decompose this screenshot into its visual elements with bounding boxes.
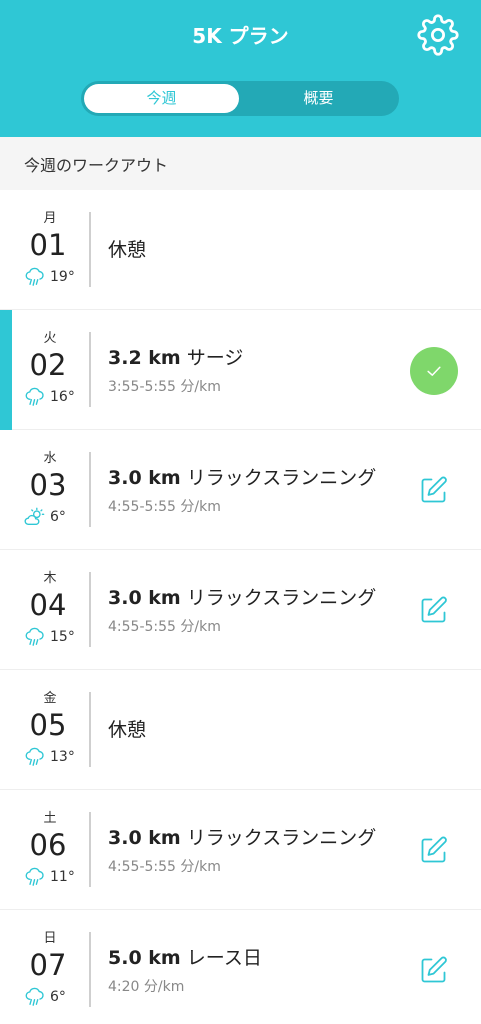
rain-icon [24, 627, 46, 647]
list-item[interactable]: 土 06 11° 3.0 km リラックスランニング 4:55-5:55 分/km [0, 790, 481, 910]
divider [89, 212, 91, 287]
tab-overview[interactable]: 概要 [241, 84, 396, 113]
day-number: 03 [29, 468, 67, 502]
temperature: 16° [50, 389, 75, 405]
workout-type: サージ [186, 347, 244, 369]
divider [89, 332, 91, 407]
temperature: 19° [50, 269, 75, 285]
weather: 13° [24, 747, 75, 767]
weather: 16° [24, 387, 75, 407]
temperature: 11° [50, 869, 75, 885]
temperature: 6° [50, 989, 66, 1005]
gear-icon[interactable] [417, 14, 459, 56]
temperature: 6° [50, 509, 66, 525]
workout-distance: 3.2 km [108, 347, 181, 369]
edit-icon[interactable] [419, 475, 449, 505]
segmented-control: 今週 概要 [81, 81, 399, 116]
workout-distance: 5.0 km [108, 947, 181, 969]
temperature: 15° [50, 629, 75, 645]
partly-cloudy-icon [24, 507, 46, 527]
day-number: 01 [29, 228, 67, 262]
day-of-week: 月 [43, 211, 57, 226]
workout-type: リラックスランニング [186, 587, 377, 609]
day-of-week: 木 [43, 571, 57, 586]
edit-icon[interactable] [419, 595, 449, 625]
rain-icon [24, 387, 46, 407]
weather: 6° [24, 987, 66, 1007]
workout-pace: 3:55-5:55 分/km [108, 379, 221, 395]
edit-icon[interactable] [419, 955, 449, 985]
completed-check-button[interactable] [410, 347, 458, 395]
list-item[interactable]: 日 07 6° 5.0 km レース日 4:20 分/km [0, 910, 481, 1024]
divider [89, 812, 91, 887]
divider [89, 692, 91, 767]
workout-title: 5.0 km レース日 [108, 943, 262, 970]
edit-icon[interactable] [419, 835, 449, 865]
workout-pace: 4:20 分/km [108, 979, 185, 995]
list-item[interactable]: 月 01 19° 休憩 [0, 190, 481, 310]
day-number: 07 [29, 948, 67, 982]
workout-type: レース日 [186, 947, 262, 969]
tab-this-week[interactable]: 今週 [84, 84, 239, 113]
workout-title: 休憩 [108, 239, 147, 261]
workout-pace: 4:55-5:55 分/km [108, 859, 221, 875]
day-number: 05 [29, 708, 67, 742]
list-item[interactable]: 水 03 6° 3.0 km リラックスランニング 4:55-5:55 分/km [0, 430, 481, 550]
check-icon [427, 366, 441, 376]
list-item[interactable]: 木 04 15° 3.0 km リラックスランニング 4:55-5:55 分/km [0, 550, 481, 670]
rain-icon [24, 267, 46, 287]
rain-icon [24, 747, 46, 767]
list-item[interactable]: 金 05 13° 休憩 [0, 670, 481, 790]
weather: 6° [24, 507, 66, 527]
workout-title: 3.0 km リラックスランニング [108, 463, 376, 490]
day-number: 02 [29, 348, 67, 382]
workout-title: 3.2 km サージ [108, 343, 243, 370]
day-number: 06 [29, 828, 67, 862]
rain-icon [24, 987, 46, 1007]
workout-type: リラックスランニング [186, 827, 377, 849]
workout-pace: 4:55-5:55 分/km [108, 619, 221, 635]
workout-pace: 4:55-5:55 分/km [108, 499, 221, 515]
section-title: 今週のワークアウト [24, 156, 169, 175]
divider [89, 572, 91, 647]
weather: 15° [24, 627, 75, 647]
temperature: 13° [50, 749, 75, 765]
day-of-week: 水 [43, 451, 57, 466]
workout-distance: 3.0 km [108, 467, 181, 489]
workout-distance: 3.0 km [108, 827, 181, 849]
workout-type: リラックスランニング [186, 467, 377, 489]
section-header: 今週のワークアウト [0, 137, 481, 190]
app-header: 5K プラン 今週 概要 [0, 0, 481, 137]
divider [89, 932, 91, 1007]
day-of-week: 金 [43, 691, 57, 706]
weather: 11° [24, 867, 75, 887]
workout-title: 3.0 km リラックスランニング [108, 823, 376, 850]
workout-title: 休憩 [108, 719, 147, 741]
rain-icon [24, 867, 46, 887]
weather: 19° [24, 267, 75, 287]
workout-title: 3.0 km リラックスランニング [108, 583, 376, 610]
workout-list: 月 01 19° 休憩火 02 16° 3.2 km サージ 3:55-5:55 分/km 水 0… [0, 190, 481, 1024]
day-of-week: 土 [43, 811, 57, 826]
list-item[interactable]: 火 02 16° 3.2 km サージ 3:55-5:55 分/km [0, 310, 481, 430]
day-of-week: 日 [43, 931, 57, 946]
day-of-week: 火 [43, 331, 57, 346]
divider [89, 452, 91, 527]
workout-distance: 3.0 km [108, 587, 181, 609]
day-number: 04 [29, 588, 67, 622]
page-title: 5K プラン [192, 24, 289, 48]
